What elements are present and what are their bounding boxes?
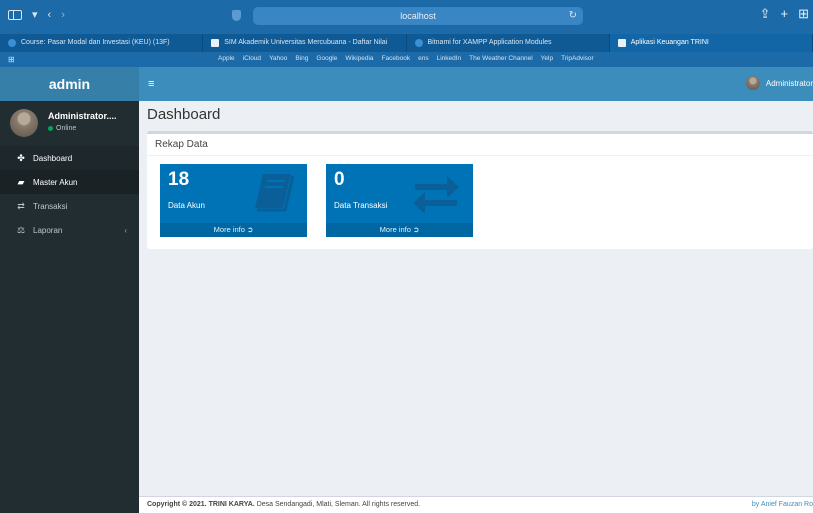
stat-count: 18 xyxy=(168,169,190,190)
back-icon[interactable]: ‹ xyxy=(48,9,52,21)
arrow-circle-right-icon: ➲ xyxy=(247,225,254,234)
more-info-link[interactable]: More info ➲ xyxy=(160,223,307,237)
copyright-text: Copyright © 2021. TRINI KARYA. Desa Send… xyxy=(147,501,420,508)
browser-tab[interactable]: Bitnami for XAMPP Application Modules xyxy=(407,34,610,52)
stat-card-transaksi: 0 Data Transaksi More info ➲ xyxy=(326,164,473,237)
user-status: Online xyxy=(48,125,76,132)
bookmark-link[interactable]: Facebook xyxy=(382,55,411,62)
share-icon[interactable]: ⇪ xyxy=(760,6,771,22)
online-dot-icon xyxy=(48,126,53,131)
user-name: Administrator.... xyxy=(48,111,117,121)
page-title: Dashboard xyxy=(147,106,221,123)
bookmark-link[interactable]: Yelp xyxy=(541,55,553,62)
rekap-data-box: Rekap Data 18 Data Akun More info ➲ 0 Da… xyxy=(147,131,813,249)
main-footer: Copyright © 2021. TRINI KARYA. Desa Send… xyxy=(139,496,813,513)
avatar xyxy=(745,76,760,90)
url-text: localhost xyxy=(400,11,436,21)
user-panel: Administrator.... Online xyxy=(0,101,139,146)
browser-tab[interactable]: SIM Akademik Universitas Mercubuana - Da… xyxy=(203,34,407,52)
bookmark-link[interactable]: LinkedIn xyxy=(437,55,462,62)
more-info-link[interactable]: More info ➲ xyxy=(326,223,473,237)
book-icon xyxy=(255,174,295,212)
balance-scale-icon: ⚖ xyxy=(16,224,26,235)
tab-favicon-icon xyxy=(8,39,16,47)
sidebar-item-dashboard[interactable]: ✤ Dashboard xyxy=(0,146,139,170)
reload-icon[interactable]: ↻ xyxy=(569,7,577,25)
exchange-icon xyxy=(413,176,459,212)
sidebar-item-master-akun[interactable]: ▰ Master Akun xyxy=(0,170,139,194)
bookmark-list: Apple iCloud Yahoo Bing Google Wikipedia… xyxy=(218,55,594,62)
sidebar-item-transaksi[interactable]: ⇄ Transaksi xyxy=(0,194,139,218)
browser-toolbar: ▾ ‹ › localhost ↻ ⇪ + ⊞ xyxy=(0,0,813,34)
browser-nav-controls: ▾ ‹ › xyxy=(8,8,65,21)
tab-overview-icon[interactable]: ⊞ xyxy=(798,6,809,22)
forward-icon[interactable]: › xyxy=(61,9,65,21)
bookmark-link[interactable]: Google xyxy=(316,55,337,62)
tab-label: SIM Akademik Universitas Mercubuana - Da… xyxy=(224,39,388,46)
privacy-shield-icon[interactable] xyxy=(232,10,241,21)
chevron-down-icon[interactable]: ▾ xyxy=(32,8,38,21)
bookmarks-bar: ⊞ Apple iCloud Yahoo Bing Google Wikiped… xyxy=(0,52,813,67)
stat-count: 0 xyxy=(334,169,345,190)
book-icon: ▰ xyxy=(17,176,25,187)
exchange-icon: ⇄ xyxy=(17,200,25,211)
bookmark-link[interactable]: Bing xyxy=(295,55,308,62)
tab-label: Aplikasi Keuangan TRINI xyxy=(630,39,709,46)
main-header: ≡ Administrator xyxy=(139,67,813,101)
tab-strip: Course: Pasar Modal dan Investasi (KEU) … xyxy=(0,34,813,52)
box-title: Rekap Data xyxy=(155,139,208,150)
bookmark-link[interactable]: The Weather Channel xyxy=(469,55,532,62)
tab-label: Bitnami for XAMPP Application Modules xyxy=(427,39,552,46)
address-bar[interactable]: localhost ↻ xyxy=(253,7,583,25)
address-text: Desa Sendangadi, Mlati, Sleman. All righ… xyxy=(256,501,421,508)
sidebar-item-label: Dashboard xyxy=(33,153,73,163)
browser-actions: ⇪ + ⊞ xyxy=(760,6,809,22)
tab-favicon-icon xyxy=(211,39,220,47)
company-name[interactable]: TRINI KARYA. xyxy=(209,501,255,508)
more-info-label: More info xyxy=(379,225,411,234)
new-tab-icon[interactable]: + xyxy=(781,6,789,22)
sidebar-item-label: Master Akun xyxy=(33,177,78,187)
browser-tab[interactable]: Course: Pasar Modal dan Investasi (KEU) … xyxy=(0,34,204,52)
bookmark-link[interactable]: Apple xyxy=(218,55,235,62)
bookmark-link[interactable]: Yahoo xyxy=(269,55,287,62)
browser-tab-active[interactable]: Aplikasi Keuangan TRINI xyxy=(609,34,813,52)
stat-label: Data Transaksi xyxy=(334,201,388,210)
user-menu-name: Administrator xyxy=(765,78,813,88)
bookmark-link[interactable]: ens xyxy=(418,55,428,62)
tab-favicon-icon xyxy=(617,39,626,47)
chevron-left-icon: ‹ xyxy=(124,225,127,235)
grid-icon[interactable]: ⊞ xyxy=(8,55,15,64)
dashboard-icon: ✤ xyxy=(17,152,25,163)
copyright-prefix: Copyright © 2021. xyxy=(147,501,207,508)
more-info-label: More info xyxy=(213,225,245,234)
app-logo[interactable]: admin xyxy=(0,67,139,101)
user-menu[interactable]: Administrator xyxy=(745,76,813,90)
footer-credit[interactable]: by Anief Fauzan Ro xyxy=(752,501,813,508)
sidebar-item-label: Transaksi xyxy=(33,201,68,211)
bookmark-link[interactable]: Wikipedia xyxy=(345,55,373,62)
hamburger-menu-icon[interactable]: ≡ xyxy=(148,78,154,90)
sidebar-item-laporan[interactable]: ⚖ Laporan ‹ xyxy=(0,218,139,242)
bookmark-link[interactable]: TripAdvisor xyxy=(561,55,594,62)
stat-label: Data Akun xyxy=(168,201,205,210)
sidebar-toggle-icon[interactable] xyxy=(8,9,22,20)
stat-card-akun: 18 Data Akun More info ➲ xyxy=(160,164,307,237)
sidebar-item-label: Laporan xyxy=(33,225,63,235)
tab-favicon-icon xyxy=(414,39,423,47)
tab-label: Course: Pasar Modal dan Investasi (KEU) … xyxy=(21,39,170,46)
bookmark-link[interactable]: iCloud xyxy=(243,55,261,62)
divider xyxy=(147,155,813,156)
avatar xyxy=(10,109,38,137)
user-status-label: Online xyxy=(56,125,77,132)
arrow-circle-right-icon: ➲ xyxy=(413,225,420,234)
sidebar: admin Administrator.... Online ✤ Dashboa… xyxy=(0,67,139,513)
